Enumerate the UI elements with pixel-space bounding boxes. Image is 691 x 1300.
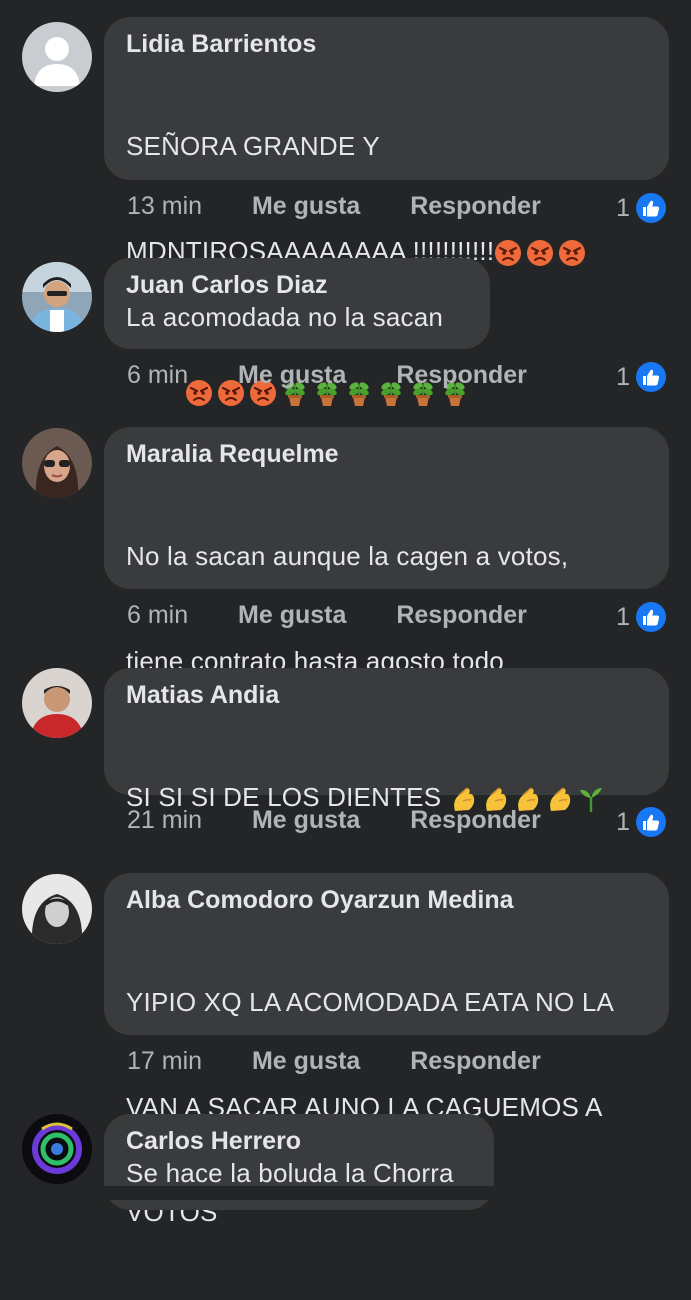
like-reaction-icon bbox=[636, 807, 666, 838]
comment-author[interactable]: Matias Andia bbox=[126, 680, 647, 710]
reaction-count-value: 1 bbox=[616, 193, 630, 222]
reaction-count[interactable]: 1 bbox=[616, 193, 666, 225]
comment-bubble: Alba Comodoro Oyarzun Medina YIPIO XQ LA… bbox=[104, 873, 669, 1227]
reaction-count[interactable]: 1 bbox=[616, 362, 666, 394]
comment-text: YIPIO XQ LA ACOMODADA EATA NO LA VAN A S… bbox=[126, 915, 647, 1300]
comment-author[interactable]: Juan Carlos Diaz bbox=[126, 270, 468, 300]
avatar-juan-carlos[interactable] bbox=[22, 262, 92, 332]
comment-author[interactable]: Alba Comodoro Oyarzun Medina bbox=[126, 885, 647, 915]
reply-button[interactable]: Responder bbox=[410, 806, 541, 835]
like-button[interactable]: Me gusta bbox=[238, 361, 346, 390]
like-reaction-icon bbox=[636, 193, 666, 224]
comment-actions: 6 min Me gusta Responder bbox=[127, 360, 527, 392]
avatar-matias[interactable] bbox=[22, 668, 92, 738]
avatar-maralia[interactable] bbox=[22, 428, 92, 498]
comment-bubble: Juan Carlos Diaz La acomodada no la saca… bbox=[104, 258, 490, 349]
reply-button[interactable]: Responder bbox=[396, 601, 527, 630]
comment-actions: 21 min Me gusta Responder bbox=[127, 805, 541, 837]
reaction-count[interactable]: 1 bbox=[616, 807, 666, 839]
like-button[interactable]: Me gusta bbox=[252, 1047, 360, 1076]
comment-text-line: SEÑORA GRANDE Y bbox=[126, 131, 380, 161]
comment-actions: 6 min Me gusta Responder bbox=[127, 600, 527, 632]
angry-face-emoji bbox=[558, 239, 587, 268]
reply-button[interactable]: Responder bbox=[396, 361, 527, 390]
reaction-count-value: 1 bbox=[616, 602, 630, 631]
like-button[interactable]: Me gusta bbox=[252, 192, 360, 221]
pinched-fingers-emoji bbox=[545, 785, 573, 813]
comment-timestamp[interactable]: 6 min bbox=[127, 361, 188, 390]
comment-timestamp[interactable]: 6 min bbox=[127, 601, 188, 630]
seedling-emoji bbox=[577, 785, 605, 814]
angry-face-emoji bbox=[526, 239, 555, 268]
like-reaction-icon bbox=[636, 602, 666, 633]
comment-text: La acomodada no la sacan bbox=[126, 302, 444, 332]
like-button[interactable]: Me gusta bbox=[252, 806, 360, 835]
avatar-carlos[interactable] bbox=[22, 1114, 92, 1184]
comment-author[interactable]: Maralia Requelme bbox=[126, 439, 647, 469]
comment-bubble: Lidia Barrientos SEÑORA GRANDE Y MDNTIRO… bbox=[104, 17, 669, 408]
like-reaction-icon bbox=[636, 362, 666, 393]
avatar-default[interactable] bbox=[22, 22, 92, 92]
avatar-alba[interactable] bbox=[22, 874, 92, 944]
comment-text-line: YIPIO XQ LA ACOMODADA EATA NO LA bbox=[126, 987, 615, 1017]
comment-actions: 17 min Me gusta Responder bbox=[127, 1046, 541, 1078]
comment-timestamp[interactable]: 17 min bbox=[127, 1047, 202, 1076]
comment-timestamp[interactable]: 13 min bbox=[127, 192, 202, 221]
comment-actions: 13 min Me gusta Responder bbox=[127, 191, 541, 223]
comment-author[interactable]: Lidia Barrientos bbox=[126, 29, 647, 59]
comment-bubble: Maralia Requelme No la sacan aunque la c… bbox=[104, 427, 669, 781]
like-button[interactable]: Me gusta bbox=[238, 601, 346, 630]
angry-face-emoji bbox=[494, 239, 523, 268]
reaction-count-value: 1 bbox=[616, 362, 630, 391]
bottom-fade-edge bbox=[0, 1186, 691, 1200]
reaction-count[interactable]: 1 bbox=[616, 602, 666, 634]
comment-bubble: Matias Andia SI SI SI DE LOS DIENTES bbox=[104, 668, 669, 917]
comment-text-line: No la sacan aunque la cagen a votos, bbox=[126, 541, 569, 571]
comment-author[interactable]: Carlos Herrero bbox=[126, 1126, 472, 1156]
reply-button[interactable]: Responder bbox=[410, 192, 541, 221]
comment-timestamp[interactable]: 21 min bbox=[127, 806, 202, 835]
reply-button[interactable]: Responder bbox=[410, 1047, 541, 1076]
reaction-count-value: 1 bbox=[616, 807, 630, 836]
